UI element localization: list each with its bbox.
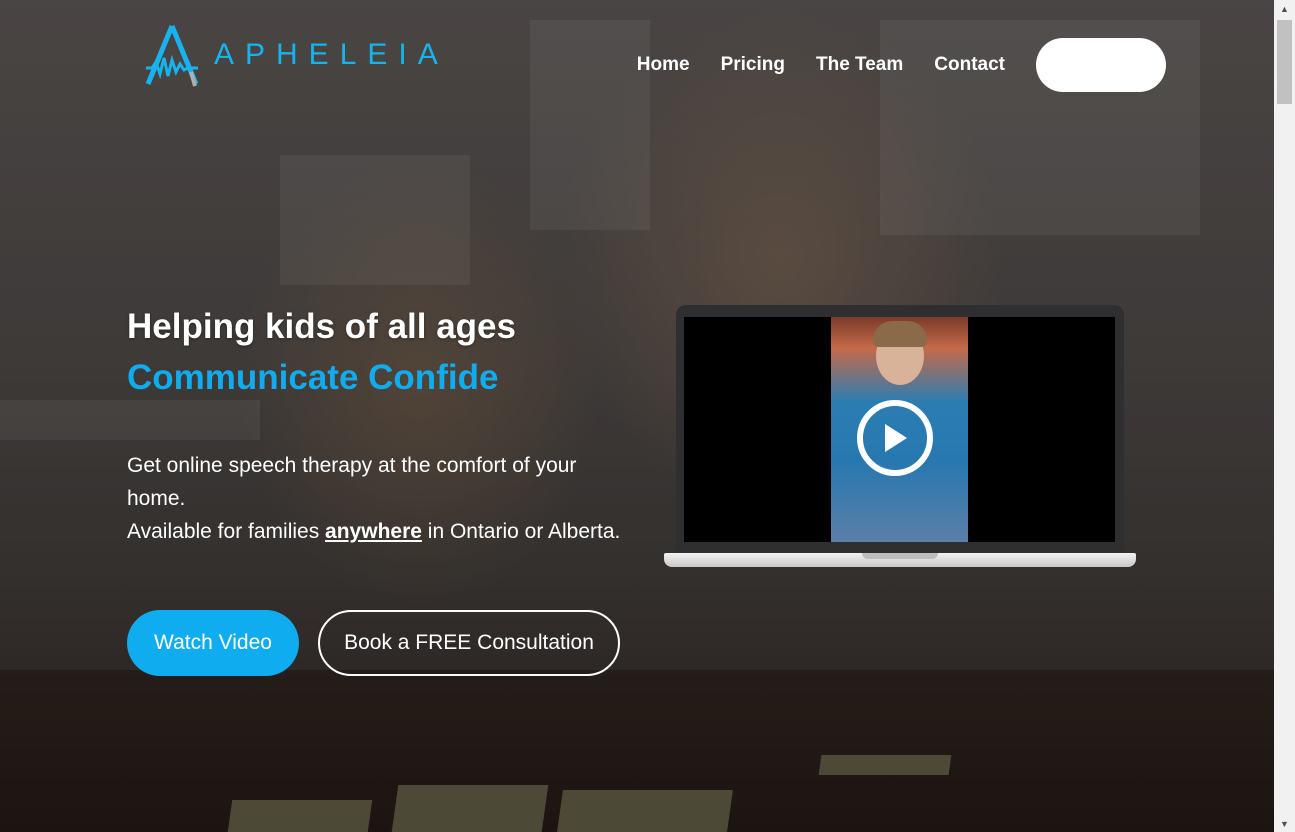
brand-name: APHELEIA: [214, 38, 449, 71]
description-suffix: in Ontario or Alberta.: [421, 520, 621, 543]
nav-pricing[interactable]: Pricing: [721, 54, 785, 76]
watch-video-button[interactable]: Watch Video: [127, 610, 299, 676]
main-nav: Home Pricing The Team Contact Book Now: [606, 38, 1166, 92]
scroll-down-arrow-icon[interactable]: ▼: [1274, 815, 1295, 832]
laptop-notch: [862, 553, 938, 559]
hero-description: Get online speech therapy at the comfort…: [127, 449, 627, 548]
play-icon: [885, 424, 907, 452]
nav-home[interactable]: Home: [637, 54, 690, 76]
logo-icon: [145, 25, 199, 87]
scrollbar-thumb[interactable]: [1277, 20, 1292, 104]
book-now-button[interactable]: Book Now: [1036, 38, 1166, 92]
nav-the-team[interactable]: The Team: [816, 54, 903, 76]
description-line-1: Get online speech therapy at the comfort…: [127, 454, 577, 510]
brand-logo[interactable]: APHELEIA: [140, 20, 449, 90]
nav-contact[interactable]: Contact: [934, 54, 1005, 76]
play-button[interactable]: [857, 400, 933, 476]
hero-headline-accent: Communicate Confide: [127, 358, 499, 397]
video-thumbnail-hair: [873, 321, 927, 347]
scroll-up-arrow-icon[interactable]: ▲: [1274, 0, 1295, 17]
description-emphasis: anywhere: [325, 520, 422, 543]
page-scrollbar[interactable]: ▲ ▼: [1274, 0, 1295, 832]
hero-headline: Helping kids of all ages: [127, 307, 516, 346]
video-player[interactable]: [684, 317, 1115, 542]
book-consultation-button[interactable]: Book a FREE Consultation: [318, 610, 620, 676]
description-line-2: Available for families anywhere in Ontar…: [127, 515, 627, 548]
description-prefix: Available for families: [127, 520, 326, 543]
